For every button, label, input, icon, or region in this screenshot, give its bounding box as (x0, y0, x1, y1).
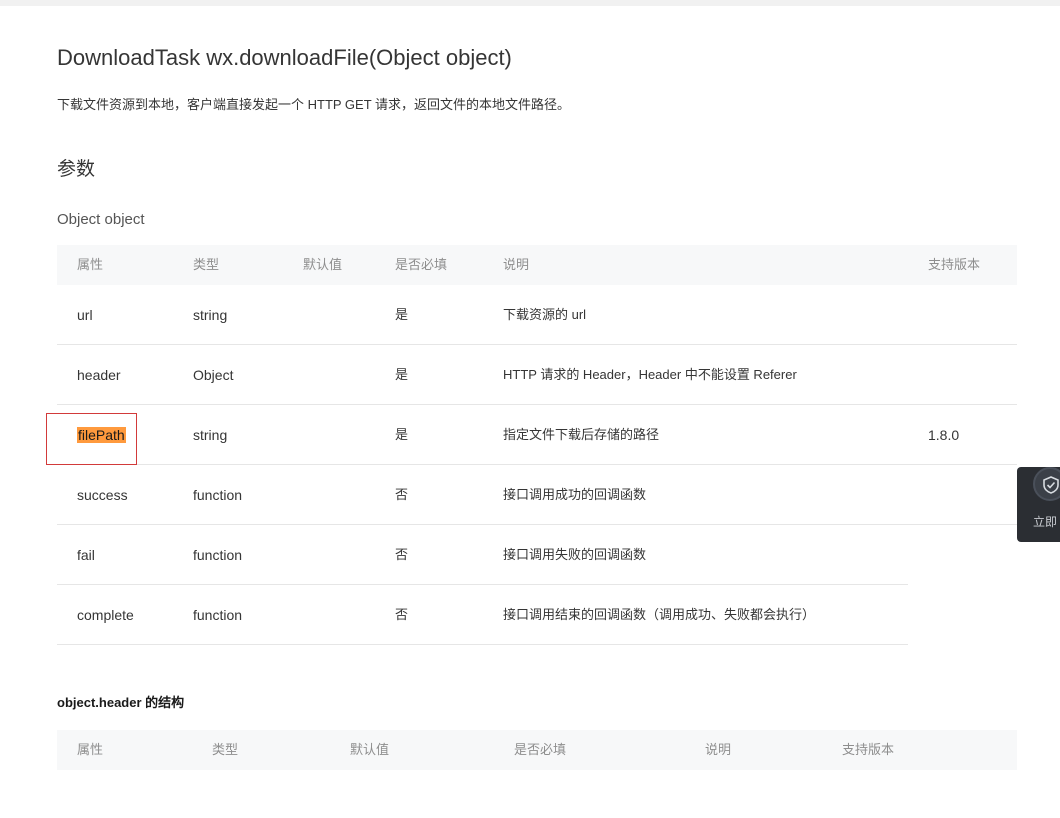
param-type: string (193, 307, 228, 323)
object-heading: Object object (57, 211, 145, 228)
param-type: function (193, 487, 243, 503)
param-desc: 接口调用成功的回调函数 (503, 487, 647, 502)
param-type: string (193, 427, 228, 443)
header-desc: 说明 (503, 257, 530, 272)
table-row: fail function 否 接口调用失败的回调函数 (57, 525, 908, 585)
table-row: success function 否 接口调用成功的回调函数 (57, 465, 1017, 525)
param-type: function (193, 547, 243, 563)
header-type: 类型 (212, 742, 239, 757)
param-required: 是 (395, 427, 409, 442)
param-desc: 下载资源的 url (503, 307, 587, 322)
table-row: header Object 是 HTTP 请求的 Header，Header 中… (57, 345, 1017, 405)
table-row: url string 是 下载资源的 url (57, 285, 1017, 345)
param-desc: 指定文件下载后存储的路径 (503, 427, 660, 442)
param-desc: 接口调用结束的回调函数（调用成功、失败都会执行） (503, 607, 816, 622)
param-name: success (77, 487, 128, 503)
params-table-header: 属性 类型 默认值 是否必填 说明 支持版本 (57, 245, 1017, 285)
header-version: 支持版本 (842, 742, 895, 757)
page-title: DownloadTask wx.downloadFile(Object obje… (57, 45, 512, 70)
header-desc: 说明 (705, 742, 732, 757)
table-row: complete function 否 接口调用结束的回调函数（调用成功、失败都… (57, 585, 908, 645)
header-default: 默认值 (303, 257, 343, 272)
param-required: 否 (395, 607, 409, 622)
shield-check-icon (1033, 467, 1060, 501)
param-desc: 接口调用失败的回调函数 (503, 547, 647, 562)
table-row: filePath string 是 指定文件下载后存储的路径 1.8.0 (57, 405, 1017, 465)
header-required: 是否必填 (395, 257, 448, 272)
annotation-box (46, 413, 137, 465)
param-name: complete (77, 607, 134, 623)
param-required: 是 (395, 367, 409, 382)
floating-action-widget[interactable]: 立即 (1017, 467, 1060, 542)
param-required: 否 (395, 547, 409, 562)
header-default: 默认值 (350, 742, 390, 757)
header-name: 属性 (77, 257, 104, 272)
param-type: Object (193, 367, 234, 383)
param-type: function (193, 607, 243, 623)
param-name: url (77, 307, 93, 323)
header-required: 是否必填 (514, 742, 567, 757)
top-bar (0, 0, 1060, 6)
param-name: header (77, 367, 121, 383)
floating-widget-label: 立即 (1033, 515, 1058, 529)
struct-heading: object.header 的结构 (57, 695, 185, 710)
struct-table-header: 属性 类型 默认值 是否必填 说明 支持版本 (57, 730, 1017, 770)
header-type: 类型 (193, 257, 220, 272)
param-required: 否 (395, 487, 409, 502)
param-name: fail (77, 547, 95, 563)
header-name: 属性 (77, 742, 104, 757)
params-heading: 参数 (57, 159, 96, 180)
api-description: 下载文件资源到本地，客户端直接发起一个 HTTP GET 请求，返回文件的本地文… (57, 97, 571, 112)
header-version: 支持版本 (928, 257, 981, 272)
param-desc: HTTP 请求的 Header，Header 中不能设置 Referer (503, 367, 797, 382)
param-required: 是 (395, 307, 409, 322)
param-version: 1.8.0 (928, 427, 960, 443)
